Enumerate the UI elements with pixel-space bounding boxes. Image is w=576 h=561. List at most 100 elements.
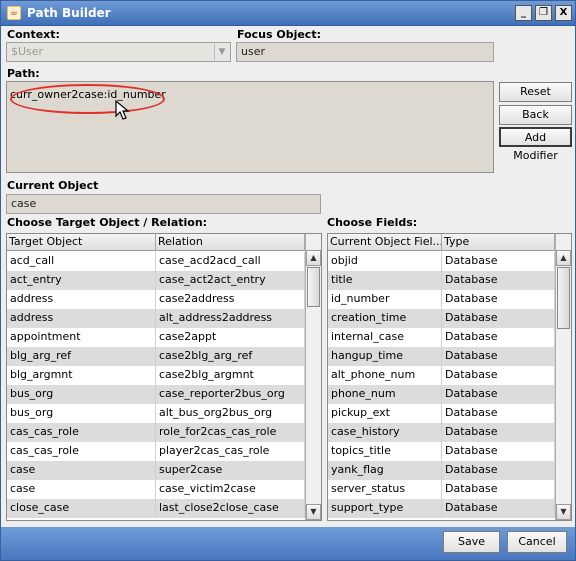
table-cell: cas_cas_role	[7, 423, 156, 442]
table-cell: case	[7, 480, 156, 499]
table-header: Target Object Relation	[7, 234, 305, 251]
table-cell: internal_case	[328, 328, 442, 347]
table-row[interactable]: case_history Database	[328, 423, 555, 442]
table-row[interactable]: topics_title Database	[328, 442, 555, 461]
focus-object-value: user	[241, 45, 265, 58]
column-header-type[interactable]: Type	[442, 234, 555, 251]
table-row[interactable]: id_number Database	[328, 290, 555, 309]
path-textarea[interactable]: curr_owner2case:id_number	[6, 81, 494, 173]
chevron-down-icon[interactable]: ▼	[214, 44, 229, 60]
table-row[interactable]: case case_victim2case	[7, 480, 305, 499]
table-row[interactable]: bus_org case_reporter2bus_org	[7, 385, 305, 404]
table-cell: alt_address2address	[156, 309, 305, 328]
scroll-down-icon[interactable]: ▼	[556, 504, 571, 520]
table-cell: cas_cas_role	[7, 442, 156, 461]
scroll-thumb[interactable]	[557, 267, 570, 329]
column-header-relation[interactable]: Relation	[156, 234, 305, 251]
table-cell: Database	[442, 328, 555, 347]
table-cell: Database	[442, 309, 555, 328]
table-row[interactable]: objid Database	[328, 252, 555, 271]
table-cell: super2case	[156, 461, 305, 480]
focus-object-field[interactable]: user	[236, 42, 494, 62]
table-row[interactable]: acd_call case_acd2acd_call	[7, 252, 305, 271]
table-cell: Database	[442, 347, 555, 366]
table-cell: acd_call	[7, 252, 156, 271]
table-cell: pickup_ext	[328, 404, 442, 423]
table-row[interactable]: blg_arg_ref case2blg_arg_ref	[7, 347, 305, 366]
mouse-pointer-icon	[115, 100, 130, 120]
table-cell: topics_title	[328, 442, 442, 461]
table-row[interactable]: creation_time Database	[328, 309, 555, 328]
close-icon[interactable]: X	[555, 5, 572, 21]
table-header: Current Object Fiel... Type	[328, 234, 555, 251]
scroll-thumb[interactable]	[307, 267, 320, 307]
table-cell: objid	[328, 252, 442, 271]
table-cell: Database	[442, 480, 555, 499]
scroll-up-icon[interactable]: ▲	[306, 250, 321, 266]
add-modifier-button[interactable]: Add Modifier	[499, 127, 572, 162]
table-row[interactable]: close_case last_close2close_case	[7, 499, 305, 518]
context-combo[interactable]: $User ▼	[6, 42, 231, 62]
table-cell: hangup_time	[328, 347, 442, 366]
back-button[interactable]: Back	[499, 105, 572, 125]
table-cell: Database	[442, 290, 555, 309]
minimize-icon[interactable]: _	[515, 5, 532, 21]
table-cell: case_reporter2bus_org	[156, 385, 305, 404]
column-header-current-object-field[interactable]: Current Object Fiel...	[328, 234, 442, 251]
table-row[interactable]: alt_phone_num Database	[328, 366, 555, 385]
table-row[interactable]: hangup_time Database	[328, 347, 555, 366]
maximize-icon[interactable]: ❐	[535, 5, 552, 21]
table-row[interactable]: title Database	[328, 271, 555, 290]
table-cell: Database	[442, 442, 555, 461]
table-cell: blg_arg_ref	[7, 347, 156, 366]
table-cell: case_history	[328, 423, 442, 442]
window-title: Path Builder	[27, 6, 111, 20]
table-cell: server_status	[328, 480, 442, 499]
cancel-button[interactable]: Cancel	[507, 531, 567, 553]
current-object-label: Current Object	[7, 179, 99, 192]
table-cell: Database	[442, 366, 555, 385]
column-header-target-object[interactable]: Target Object	[7, 234, 156, 251]
table-row[interactable]: pickup_ext Database	[328, 404, 555, 423]
table-cell: Database	[442, 404, 555, 423]
table-row[interactable]: yank_flag Database	[328, 461, 555, 480]
table-cell: appointment	[7, 328, 156, 347]
table-row[interactable]: case super2case	[7, 461, 305, 480]
table-row[interactable]: address alt_address2address	[7, 309, 305, 328]
table-row[interactable]: appointment case2appt	[7, 328, 305, 347]
context-label: Context:	[7, 28, 60, 41]
target-relation-table: Target Object Relation acd_call case_acd2…	[6, 233, 322, 521]
table-row[interactable]: server_status Database	[328, 480, 555, 499]
save-button[interactable]: Save	[443, 531, 500, 553]
fields-table-label: Choose Fields:	[327, 216, 418, 229]
table-cell: address	[7, 309, 156, 328]
table-row[interactable]: act_entry case_act2act_entry	[7, 271, 305, 290]
reset-button[interactable]: Reset	[499, 82, 572, 102]
table-cell: Database	[442, 499, 555, 518]
table-row[interactable]: cas_cas_role player2cas_cas_role	[7, 442, 305, 461]
scroll-down-icon[interactable]: ▼	[306, 504, 321, 520]
table-row[interactable]: blg_argmnt case2blg_argmnt	[7, 366, 305, 385]
table-cell: Database	[442, 271, 555, 290]
table-cell: close_case	[7, 499, 156, 518]
scroll-up-icon[interactable]: ▲	[556, 250, 571, 266]
table-row[interactable]: address case2address	[7, 290, 305, 309]
table-row[interactable]: phone_num Database	[328, 385, 555, 404]
table-cell: case_acd2acd_call	[156, 252, 305, 271]
table-row[interactable]: internal_case Database	[328, 328, 555, 347]
table-row[interactable]: bus_org alt_bus_org2bus_org	[7, 404, 305, 423]
current-object-field[interactable]: case	[6, 194, 321, 214]
table-cell: Database	[442, 252, 555, 271]
current-object-value: case	[11, 197, 37, 210]
fields-table-scrollbar[interactable]: ▲ ▼	[555, 234, 571, 520]
table-cell: case2blg_arg_ref	[156, 347, 305, 366]
table-cell: bus_org	[7, 385, 156, 404]
table-row[interactable]: cas_cas_role role_for2cas_cas_role	[7, 423, 305, 442]
table-cell: player2cas_cas_role	[156, 442, 305, 461]
target-table-scrollbar[interactable]: ▲ ▼	[305, 234, 321, 520]
table-row[interactable]: support_type Database	[328, 499, 555, 518]
java-app-icon: ☕	[7, 6, 21, 20]
table-cell: id_number	[328, 290, 442, 309]
table-cell: Database	[442, 461, 555, 480]
table-cell: case	[7, 461, 156, 480]
